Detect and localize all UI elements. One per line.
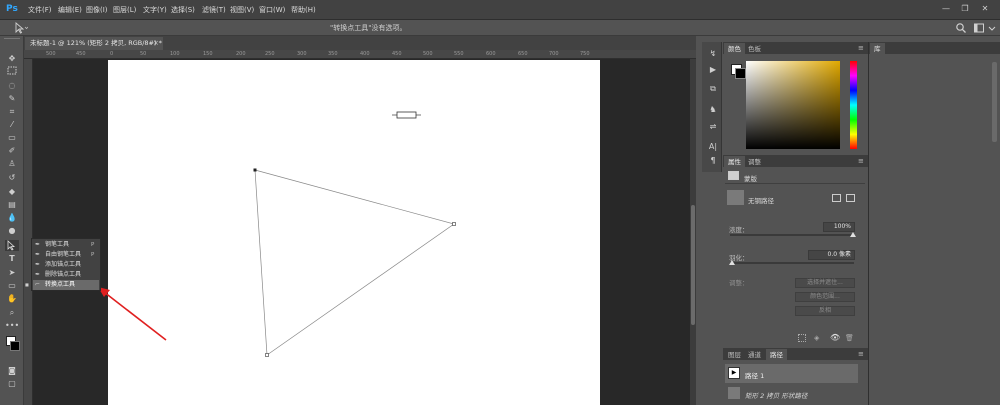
annotation-arrow: [98, 287, 167, 341]
background-color-swatch[interactable]: [735, 68, 746, 79]
brush-panel-icon[interactable]: ♞: [706, 104, 720, 116]
density-slider-thumb[interactable]: [850, 232, 856, 237]
tab-libraries[interactable]: 库: [870, 43, 885, 55]
delete-mask-icon[interactable]: 🗑: [845, 333, 855, 343]
apply-mask-icon[interactable]: ◈: [814, 333, 824, 343]
anchor-point[interactable]: [452, 222, 456, 226]
convert-point-icon: ⌐: [35, 281, 41, 288]
divider: [725, 183, 865, 184]
pen-icon: ✒: [35, 241, 41, 248]
paragraph-panel-icon[interactable]: ¶: [706, 155, 720, 167]
add-anchor-icon: ✒: [35, 261, 41, 268]
freeform-pen-icon: ✒: [35, 251, 41, 258]
feather-slider-thumb[interactable]: [729, 260, 735, 265]
tab-properties[interactable]: 属性: [724, 156, 745, 168]
tab-color[interactable]: 颜色: [724, 43, 745, 55]
flyout-shortcut: P: [91, 252, 95, 258]
path-name[interactable]: 矩形 2 拷贝 形状路径: [745, 390, 807, 400]
hue-slider[interactable]: [850, 61, 857, 149]
panel-menu-icon[interactable]: ≡: [858, 348, 864, 360]
mask-icon: [728, 171, 739, 180]
triangle-path[interactable]: [254, 169, 455, 356]
delete-anchor-icon: ✒: [35, 271, 41, 278]
visibility-eye-icon[interactable]: 👁: [830, 333, 840, 343]
density-slider[interactable]: [730, 234, 854, 236]
add-vector-mask-icon[interactable]: [846, 194, 855, 202]
add-pixel-mask-icon[interactable]: [832, 194, 841, 202]
anchor-point[interactable]: [253, 168, 257, 172]
tab-adjustments[interactable]: 调整: [744, 156, 765, 168]
panel-menu-icon[interactable]: ≡: [858, 155, 864, 167]
adjustments-icon[interactable]: ⇌: [706, 121, 720, 133]
select-and-mask-button[interactable]: 选择并遮住...: [795, 278, 855, 288]
feather-slider[interactable]: [730, 262, 854, 264]
density-label: 浓度：: [729, 226, 749, 234]
load-selection-icon[interactable]: [798, 334, 806, 342]
color-range-button[interactable]: 颜色范围...: [795, 292, 855, 302]
mask-thumbnail: [727, 190, 744, 205]
scrollbar-thumb[interactable]: [691, 205, 695, 325]
layer-comps-icon[interactable]: ⧉: [706, 83, 720, 95]
history-panel-icon[interactable]: ↯: [706, 48, 720, 60]
path-thumbnail: [728, 387, 740, 399]
photoshop-window: Ps 文件(F) 编辑(E) 图像(I) 图层(L) 文字(Y) 选择(S) 滤…: [0, 0, 1000, 405]
mask-section-label: 蒙版: [744, 175, 757, 183]
mask-label: 无钢路径: [748, 197, 774, 205]
tab-channels[interactable]: 通道: [744, 349, 765, 361]
refine-label: 调整：: [729, 279, 749, 287]
selected-marker: ■: [25, 282, 29, 287]
character-panel-icon[interactable]: A|: [706, 141, 720, 153]
anchor-point[interactable]: [265, 353, 269, 357]
color-picker-field[interactable]: [746, 61, 840, 149]
flyout-shortcut: P: [91, 242, 95, 248]
tab-layers[interactable]: 图层: [724, 349, 745, 361]
path-name[interactable]: 路径 1: [745, 370, 764, 380]
actions-play-icon[interactable]: ▶: [706, 64, 720, 76]
tab-paths[interactable]: 路径: [766, 349, 787, 361]
invert-button[interactable]: 反相: [795, 306, 855, 316]
path-thumbnail: ▶: [728, 367, 740, 379]
density-field[interactable]: 100%: [823, 222, 855, 232]
panel-menu-icon[interactable]: ≡: [858, 42, 864, 54]
tab-swatches[interactable]: 色板: [744, 43, 765, 55]
path-handle-widget[interactable]: [392, 111, 421, 119]
libraries-scrollbar[interactable]: [992, 62, 997, 142]
libraries-panel: [868, 42, 1000, 405]
feather-field[interactable]: 0.0 像素: [808, 250, 855, 260]
libraries-panel-header: [869, 42, 1000, 54]
